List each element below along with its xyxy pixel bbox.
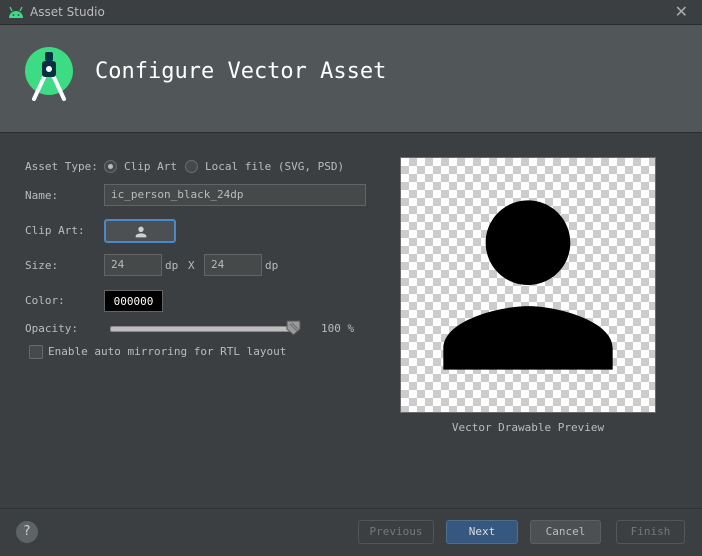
person-icon: [135, 226, 147, 238]
footer-divider: [0, 508, 702, 509]
preview-caption: Vector Drawable Preview: [451, 421, 605, 434]
height-field[interactable]: 24: [204, 254, 262, 276]
name-field[interactable]: ic_person_black_24dp: [104, 184, 366, 206]
vector-preview: [400, 157, 656, 413]
opacity-value: 100 %: [321, 322, 355, 335]
finish-button[interactable]: Finish: [616, 520, 685, 544]
auto-mirror-checkbox[interactable]: [29, 345, 43, 359]
asset-type-label: Asset Type:: [25, 160, 98, 173]
opacity-label: Opacity:: [25, 322, 78, 335]
android-studio-logo-icon: [25, 47, 73, 101]
size-separator: X: [188, 259, 195, 272]
opacity-slider-handle[interactable]: [286, 320, 301, 336]
local-file-radio[interactable]: [185, 160, 198, 173]
window-title: Asset Studio: [30, 5, 105, 19]
width-field[interactable]: 24: [104, 254, 162, 276]
person-icon: [443, 200, 613, 370]
clip-art-radio-label: Clip Art: [124, 160, 177, 173]
help-button[interactable]: ?: [16, 521, 38, 543]
previous-button[interactable]: Previous: [358, 520, 434, 544]
clip-art-radio[interactable]: [104, 160, 117, 173]
clip-art-button[interactable]: [104, 219, 176, 243]
local-file-radio-label: Local file (SVG, PSD): [205, 160, 345, 173]
cancel-button[interactable]: Cancel: [530, 520, 601, 544]
clip-art-label: Clip Art:: [25, 224, 85, 237]
page-title: Configure Vector Asset: [95, 59, 387, 84]
name-label: Name:: [25, 189, 59, 202]
width-unit: dp: [165, 259, 179, 272]
android-icon: [9, 6, 23, 18]
opacity-slider-track[interactable]: [110, 326, 296, 332]
title-bar: Asset Studio ✕: [0, 0, 702, 25]
height-unit: dp: [265, 259, 279, 272]
wizard-header: Configure Vector Asset: [0, 25, 702, 133]
next-button[interactable]: Next: [446, 520, 518, 544]
color-swatch-button[interactable]: 000000: [104, 290, 163, 312]
size-label: Size:: [25, 259, 59, 272]
close-icon[interactable]: ✕: [675, 2, 688, 21]
auto-mirror-label: Enable auto mirroring for RTL layout: [48, 345, 287, 358]
color-label: Color:: [25, 294, 65, 307]
